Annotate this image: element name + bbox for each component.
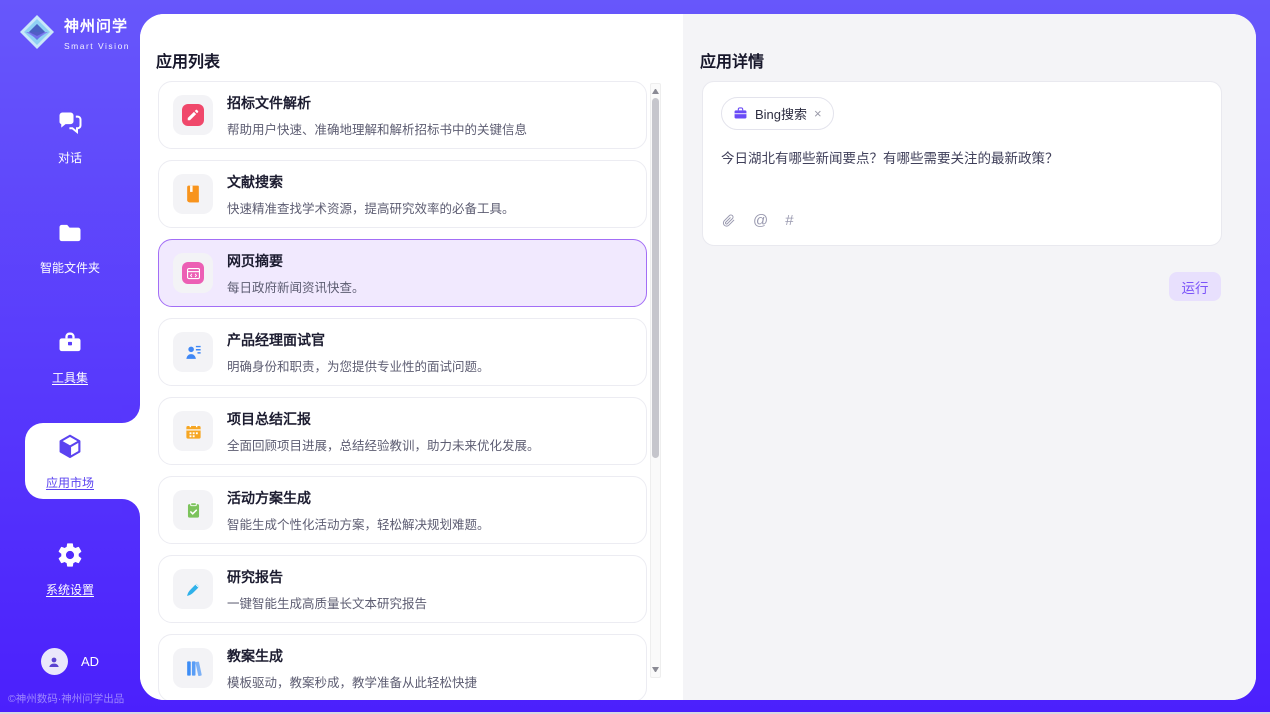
sidebar-item-label: 系统设置 (0, 581, 140, 598)
sidebar-item-app-market[interactable]: 应用市场 (0, 432, 140, 491)
app-card-title: 研究报告 (227, 567, 427, 587)
app-card-title: 项目总结汇报 (227, 409, 540, 429)
sidebar-item-label: 工具集 (0, 369, 140, 386)
cube-icon (55, 432, 85, 467)
sidebar-item-label: 应用市场 (0, 474, 140, 491)
app-card-title: 网页摘要 (227, 251, 365, 271)
copyright-footer: ©神州数码·神州问学出品 (8, 691, 124, 706)
app-card-pm-interviewer[interactable]: 产品经理面试官 明确身份和职责，为您提供专业性的面试问题。 (158, 318, 647, 386)
app-card-bid-analysis[interactable]: 招标文件解析 帮助用户快速、准确地理解和解析招标书中的关键信息 (158, 81, 647, 149)
app-detail-title: 应用详情 (700, 48, 764, 72)
interviewer-icon (173, 332, 213, 372)
diamond-gem-icon (18, 13, 56, 56)
scroll-down-icon[interactable] (652, 667, 659, 672)
app-card-desc: 智能生成个性化活动方案，轻松解决规划难题。 (227, 514, 490, 533)
app-card-desc: 模板驱动，教案秒成，教学准备从此轻松快捷 (227, 672, 477, 691)
app-card-title: 产品经理面试官 (227, 330, 490, 350)
mention-icon[interactable]: @ (753, 212, 768, 229)
brand-name: 神州问学 (64, 18, 128, 35)
app-list-scrollbar[interactable] (650, 83, 661, 678)
composer-toolbar: @ # (721, 212, 1203, 233)
app-card-desc: 一键智能生成高质量长文本研究报告 (227, 593, 427, 612)
paperclip-icon[interactable] (721, 212, 736, 229)
book-icon (173, 174, 213, 214)
pen-icon (173, 569, 213, 609)
sidebar-item-label: 对话 (0, 149, 140, 166)
clipboard-check-icon (173, 490, 213, 530)
app-card-desc: 快速精准查找学术资源，提高研究效率的必备工具。 (227, 198, 515, 217)
app-card-literature-search[interactable]: 文献搜索 快速精准查找学术资源，提高研究效率的必备工具。 (158, 160, 647, 228)
bubble-fillet-bottom (122, 499, 140, 517)
tool-tag-label: Bing搜索 (755, 104, 807, 123)
tool-tag-bing-search[interactable]: Bing搜索 × (721, 97, 834, 130)
app-card-desc: 每日政府新闻资讯快查。 (227, 277, 365, 296)
toolbox-icon (56, 329, 84, 362)
user-initials: AD (81, 654, 99, 669)
hash-icon[interactable]: # (785, 212, 793, 229)
bubble-fillet-top (122, 405, 140, 423)
app-detail-panel: 应用详情 Bing搜索 × 今日湖北有哪些新闻要点？有哪些需要关注的最新政策？ … (683, 14, 1256, 700)
sidebar-item-toolset[interactable]: 工具集 (0, 329, 140, 386)
sidebar: 神州问学 Smart Vision 对话 智能文件夹 工具集 (0, 0, 140, 714)
app-card-title: 活动方案生成 (227, 488, 490, 508)
query-text[interactable]: 今日湖北有哪些新闻要点？有哪些需要关注的最新政策？ (721, 147, 1203, 167)
tool-tag-close-icon[interactable]: × (814, 107, 822, 120)
app-card-title: 教案生成 (227, 646, 477, 666)
app-card-desc: 全面回顾项目进展，总结经验教训，助力未来优化发展。 (227, 435, 540, 454)
calendar-icon (173, 411, 213, 451)
brand-logo: 神州问学 Smart Vision (18, 13, 140, 56)
app-list-panel: 应用列表 招标文件解析 帮助用户快速、准确地理解和解析招标书中的关键信息 (140, 14, 683, 700)
content-area: 应用列表 招标文件解析 帮助用户快速、准确地理解和解析招标书中的关键信息 (140, 14, 1256, 700)
sidebar-item-label: 智能文件夹 (0, 259, 140, 276)
scrollbar-thumb[interactable] (652, 98, 659, 458)
app-card-project-summary[interactable]: 项目总结汇报 全面回顾项目进展，总结经验教训，助力未来优化发展。 (158, 397, 647, 465)
gear-icon (56, 541, 84, 574)
scroll-up-icon[interactable] (652, 89, 659, 94)
user-account[interactable]: AD (0, 648, 140, 675)
sidebar-item-settings[interactable]: 系统设置 (0, 541, 140, 598)
app-card-title: 招标文件解析 (227, 93, 527, 113)
query-composer-card: Bing搜索 × 今日湖北有哪些新闻要点？有哪些需要关注的最新政策？ @ # (702, 81, 1222, 246)
app-card-web-summary[interactable]: 网页摘要 每日政府新闻资讯快查。 (158, 239, 647, 307)
app-card-title: 文献搜索 (227, 172, 515, 192)
app-card-lesson-plan[interactable]: 教案生成 模板驱动，教案秒成，教学准备从此轻松快捷 (158, 634, 647, 700)
pencil-square-icon (173, 95, 213, 135)
brand-subtitle: Smart Vision (64, 41, 130, 51)
app-list-title: 应用列表 (156, 48, 220, 72)
briefcase-icon (733, 106, 748, 121)
browser-code-icon (173, 253, 213, 293)
app-card-list: 招标文件解析 帮助用户快速、准确地理解和解析招标书中的关键信息 文献搜索 快速精… (158, 81, 647, 700)
app-card-event-plan[interactable]: 活动方案生成 智能生成个性化活动方案，轻松解决规划难题。 (158, 476, 647, 544)
app-card-research-report[interactable]: 研究报告 一键智能生成高质量长文本研究报告 (158, 555, 647, 623)
run-button[interactable]: 运行 (1169, 272, 1221, 301)
avatar (41, 648, 68, 675)
app-card-desc: 明确身份和职责，为您提供专业性的面试问题。 (227, 356, 490, 375)
books-icon (173, 648, 213, 688)
sidebar-item-chat[interactable]: 对话 (0, 109, 140, 166)
sidebar-item-smart-folder[interactable]: 智能文件夹 (0, 219, 140, 276)
folder-icon (56, 219, 84, 252)
chat-bubbles-icon (56, 109, 84, 142)
app-card-desc: 帮助用户快速、准确地理解和解析招标书中的关键信息 (227, 119, 527, 138)
